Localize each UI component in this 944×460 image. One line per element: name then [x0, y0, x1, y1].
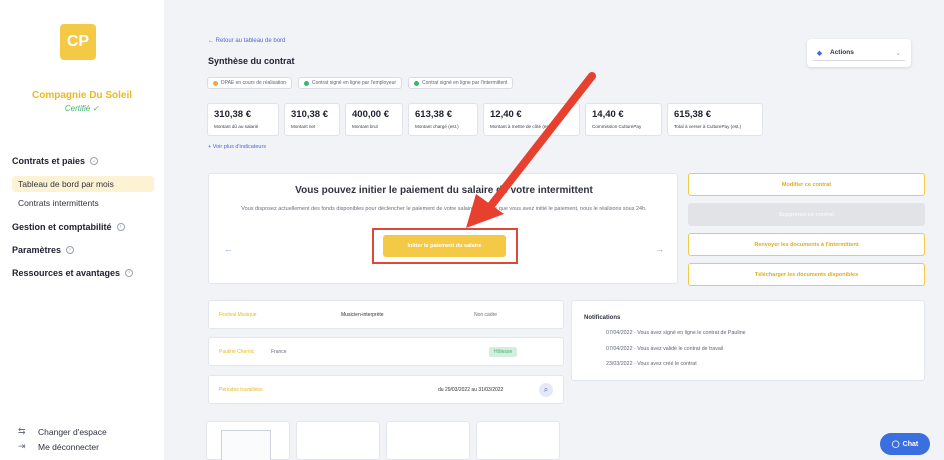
chat-label: Chat [902, 440, 919, 448]
role-badge: Hôtesse [489, 347, 518, 357]
notifications-panel: Notifications 07/04/2022 - Vous avez sig… [571, 300, 925, 381]
notification-item: 07/04/2022 - Vous avez validé le contrat… [606, 346, 724, 352]
info-row-person: Pauline Chernic France Hôtesse [208, 337, 564, 366]
resend-documents-button[interactable]: Renvoyer les documents à l'intermittent [688, 233, 925, 256]
event-label: Festival Musique [219, 312, 257, 318]
period-label: Périodes travaillées [219, 387, 263, 393]
person-country: France [271, 349, 287, 355]
notifications-title: Notifications [584, 315, 621, 321]
chat-button[interactable]: ◯ Chat [880, 433, 930, 455]
document-thumbnail[interactable] [476, 421, 560, 460]
document-preview [221, 430, 271, 460]
person-name: Pauline Chernic [219, 349, 255, 355]
document-thumbnail[interactable] [206, 421, 290, 460]
notification-item: 23/03/2022 - Vous avez créé le contrat [606, 361, 697, 367]
period-value: du 29/03/2022 au 31/03/2022 [438, 387, 504, 393]
search-icon[interactable]: ⌕ [539, 383, 553, 397]
chat-bubble-icon: ◯ [891, 441, 900, 448]
document-thumbnail[interactable] [296, 421, 380, 460]
role-value: Musicien-interprète [341, 312, 384, 318]
status-value: Non cadre [474, 312, 498, 318]
info-row-event: Festival Musique Musicien-interprète Non… [208, 300, 564, 329]
delete-contract-button[interactable]: Supprimer ce contrat [688, 203, 925, 226]
modify-contract-button[interactable]: Modifier ce contrat [688, 173, 925, 196]
document-thumbnail[interactable] [386, 421, 470, 460]
notification-item: 07/04/2022 - Vous avez signé en ligne le… [606, 330, 746, 336]
info-row-period: Périodes travaillées du 29/03/2022 au 31… [208, 375, 564, 404]
download-documents-button[interactable]: Télécharger les documents disponibles [688, 263, 925, 286]
